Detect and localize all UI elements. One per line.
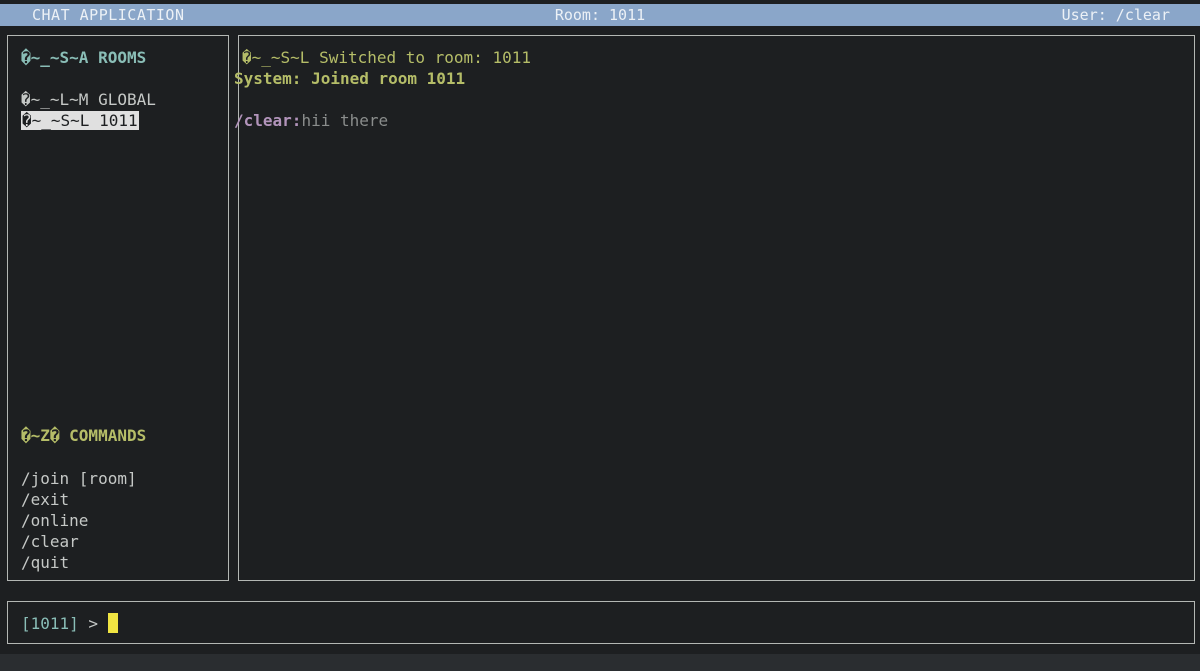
room-item-global[interactable]: �~_~L~M GLOBAL (21, 90, 156, 109)
message-input-panel[interactable]: [1011] > (7, 601, 1195, 644)
current-user-label: User: /clear (1061, 6, 1170, 24)
commands-list: /join [room] /exit /online /clear /quit (21, 468, 137, 573)
input-prompt: [1011] > (21, 614, 98, 633)
commands-heading: �~Z� COMMANDS (21, 426, 147, 445)
system-message: System: Joined room 1011 (234, 69, 466, 88)
command-exit[interactable]: /exit (21, 489, 137, 510)
chat-message: /clear:hii there (234, 111, 388, 130)
prompt-symbol: > (78, 614, 99, 633)
rooms-heading: �~_~S~A ROOMS (21, 48, 147, 67)
message-text: hii there (301, 111, 389, 130)
command-quit[interactable]: /quit (21, 552, 137, 573)
text-cursor (108, 613, 118, 633)
sidebar-panel: �~_~S~A ROOMS �~_~L~M GLOBAL �~_~S~L 101… (7, 35, 229, 581)
command-online[interactable]: /online (21, 510, 137, 531)
current-room-label: Room: 1011 (554, 6, 646, 24)
command-join[interactable]: /join [room] (21, 468, 137, 489)
switched-room-notice: �~_~S~L Switched to room: 1011 (242, 48, 531, 67)
status-bar (0, 654, 1200, 671)
title-bar: CHAT APPLICATION Room: 1011 User: /clear (0, 4, 1200, 26)
room-item-1011[interactable]: �~_~S~L 1011 (21, 111, 139, 130)
command-clear[interactable]: /clear (21, 531, 137, 552)
prompt-room: [1011] (21, 614, 79, 633)
message-author: /clear: (234, 111, 302, 130)
chat-panel[interactable]: �~_~S~L Switched to room: 1011 System: J… (234, 35, 1195, 581)
